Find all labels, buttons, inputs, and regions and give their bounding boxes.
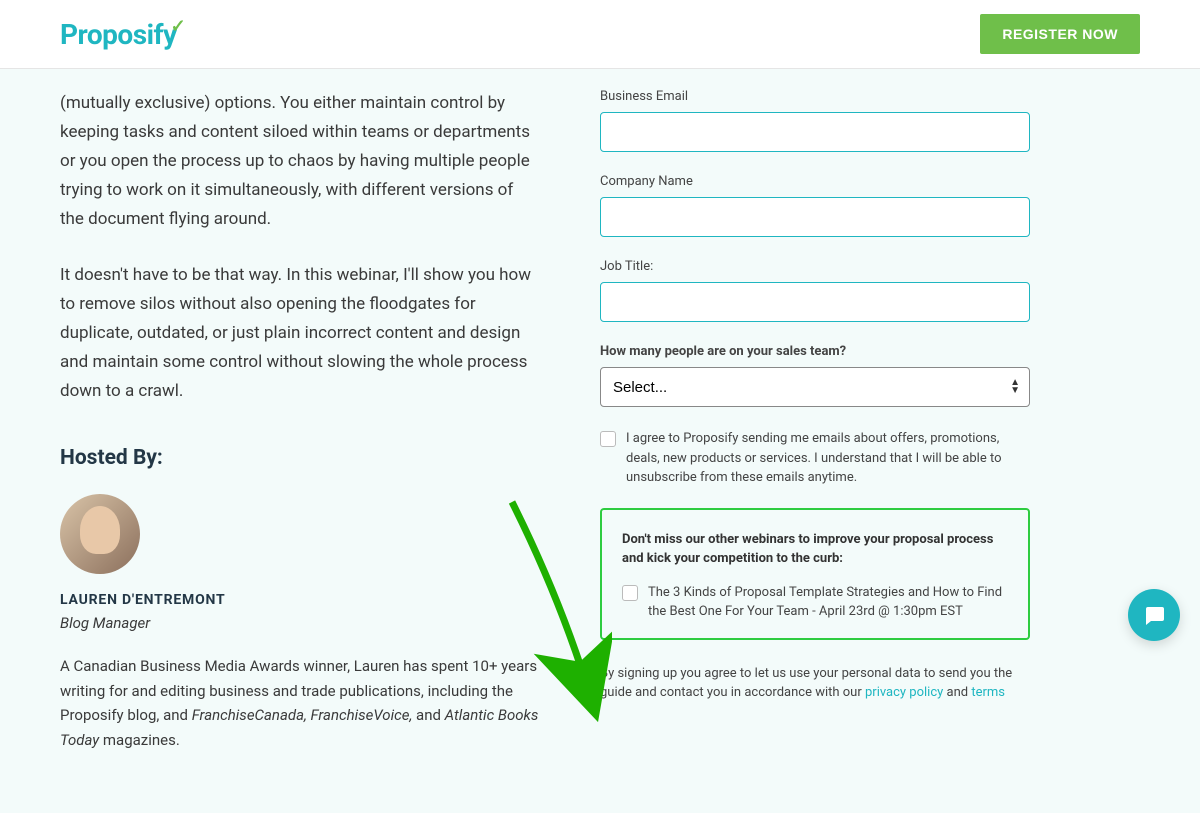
company-name-label: Company Name xyxy=(600,174,1030,189)
chat-icon xyxy=(1142,603,1166,627)
privacy-policy-link[interactable]: privacy policy xyxy=(865,685,943,700)
business-email-label: Business Email xyxy=(600,89,1030,104)
logo-text: Proposify xyxy=(60,18,177,51)
host-bio: A Canadian Business Media Awards winner,… xyxy=(60,654,540,753)
host-name: LAUREN D'ENTREMONT xyxy=(60,592,540,608)
job-title-input[interactable] xyxy=(600,282,1030,322)
consent-checkbox[interactable] xyxy=(600,431,616,447)
host-role: Blog Manager xyxy=(60,614,540,632)
job-title-label: Job Title: xyxy=(600,259,1030,274)
body-paragraph-1: (mutually exclusive) options. You either… xyxy=(60,89,540,233)
host-avatar xyxy=(60,494,140,574)
chat-widget-button[interactable] xyxy=(1128,589,1180,641)
logo-checkmark-icon: ✓ xyxy=(171,16,186,37)
body-paragraph-2: It doesn't have to be that way. In this … xyxy=(60,261,540,405)
register-now-button[interactable]: REGISTER NOW xyxy=(980,14,1140,54)
webinar-option-1-checkbox[interactable] xyxy=(622,585,638,601)
proposify-logo[interactable]: Proposify✓ xyxy=(60,18,191,51)
consent-text: I agree to Proposify sending me emails a… xyxy=(626,429,1030,488)
team-size-label: How many people are on your sales team? xyxy=(600,344,1030,359)
business-email-input[interactable] xyxy=(600,112,1030,152)
site-header: Proposify✓ REGISTER NOW xyxy=(0,0,1200,69)
other-webinars-title: Don't miss our other webinars to improve… xyxy=(622,530,1008,569)
hosted-by-heading: Hosted By: xyxy=(60,446,540,470)
team-size-select[interactable]: Select... xyxy=(600,367,1030,407)
webinar-option-1-text: The 3 Kinds of Proposal Template Strateg… xyxy=(648,583,1008,622)
company-name-input[interactable] xyxy=(600,197,1030,237)
legal-text: By signing up you agree to let us use yo… xyxy=(600,664,1030,703)
terms-link[interactable]: terms xyxy=(971,685,1005,700)
other-webinars-box: Don't miss our other webinars to improve… xyxy=(600,508,1030,640)
